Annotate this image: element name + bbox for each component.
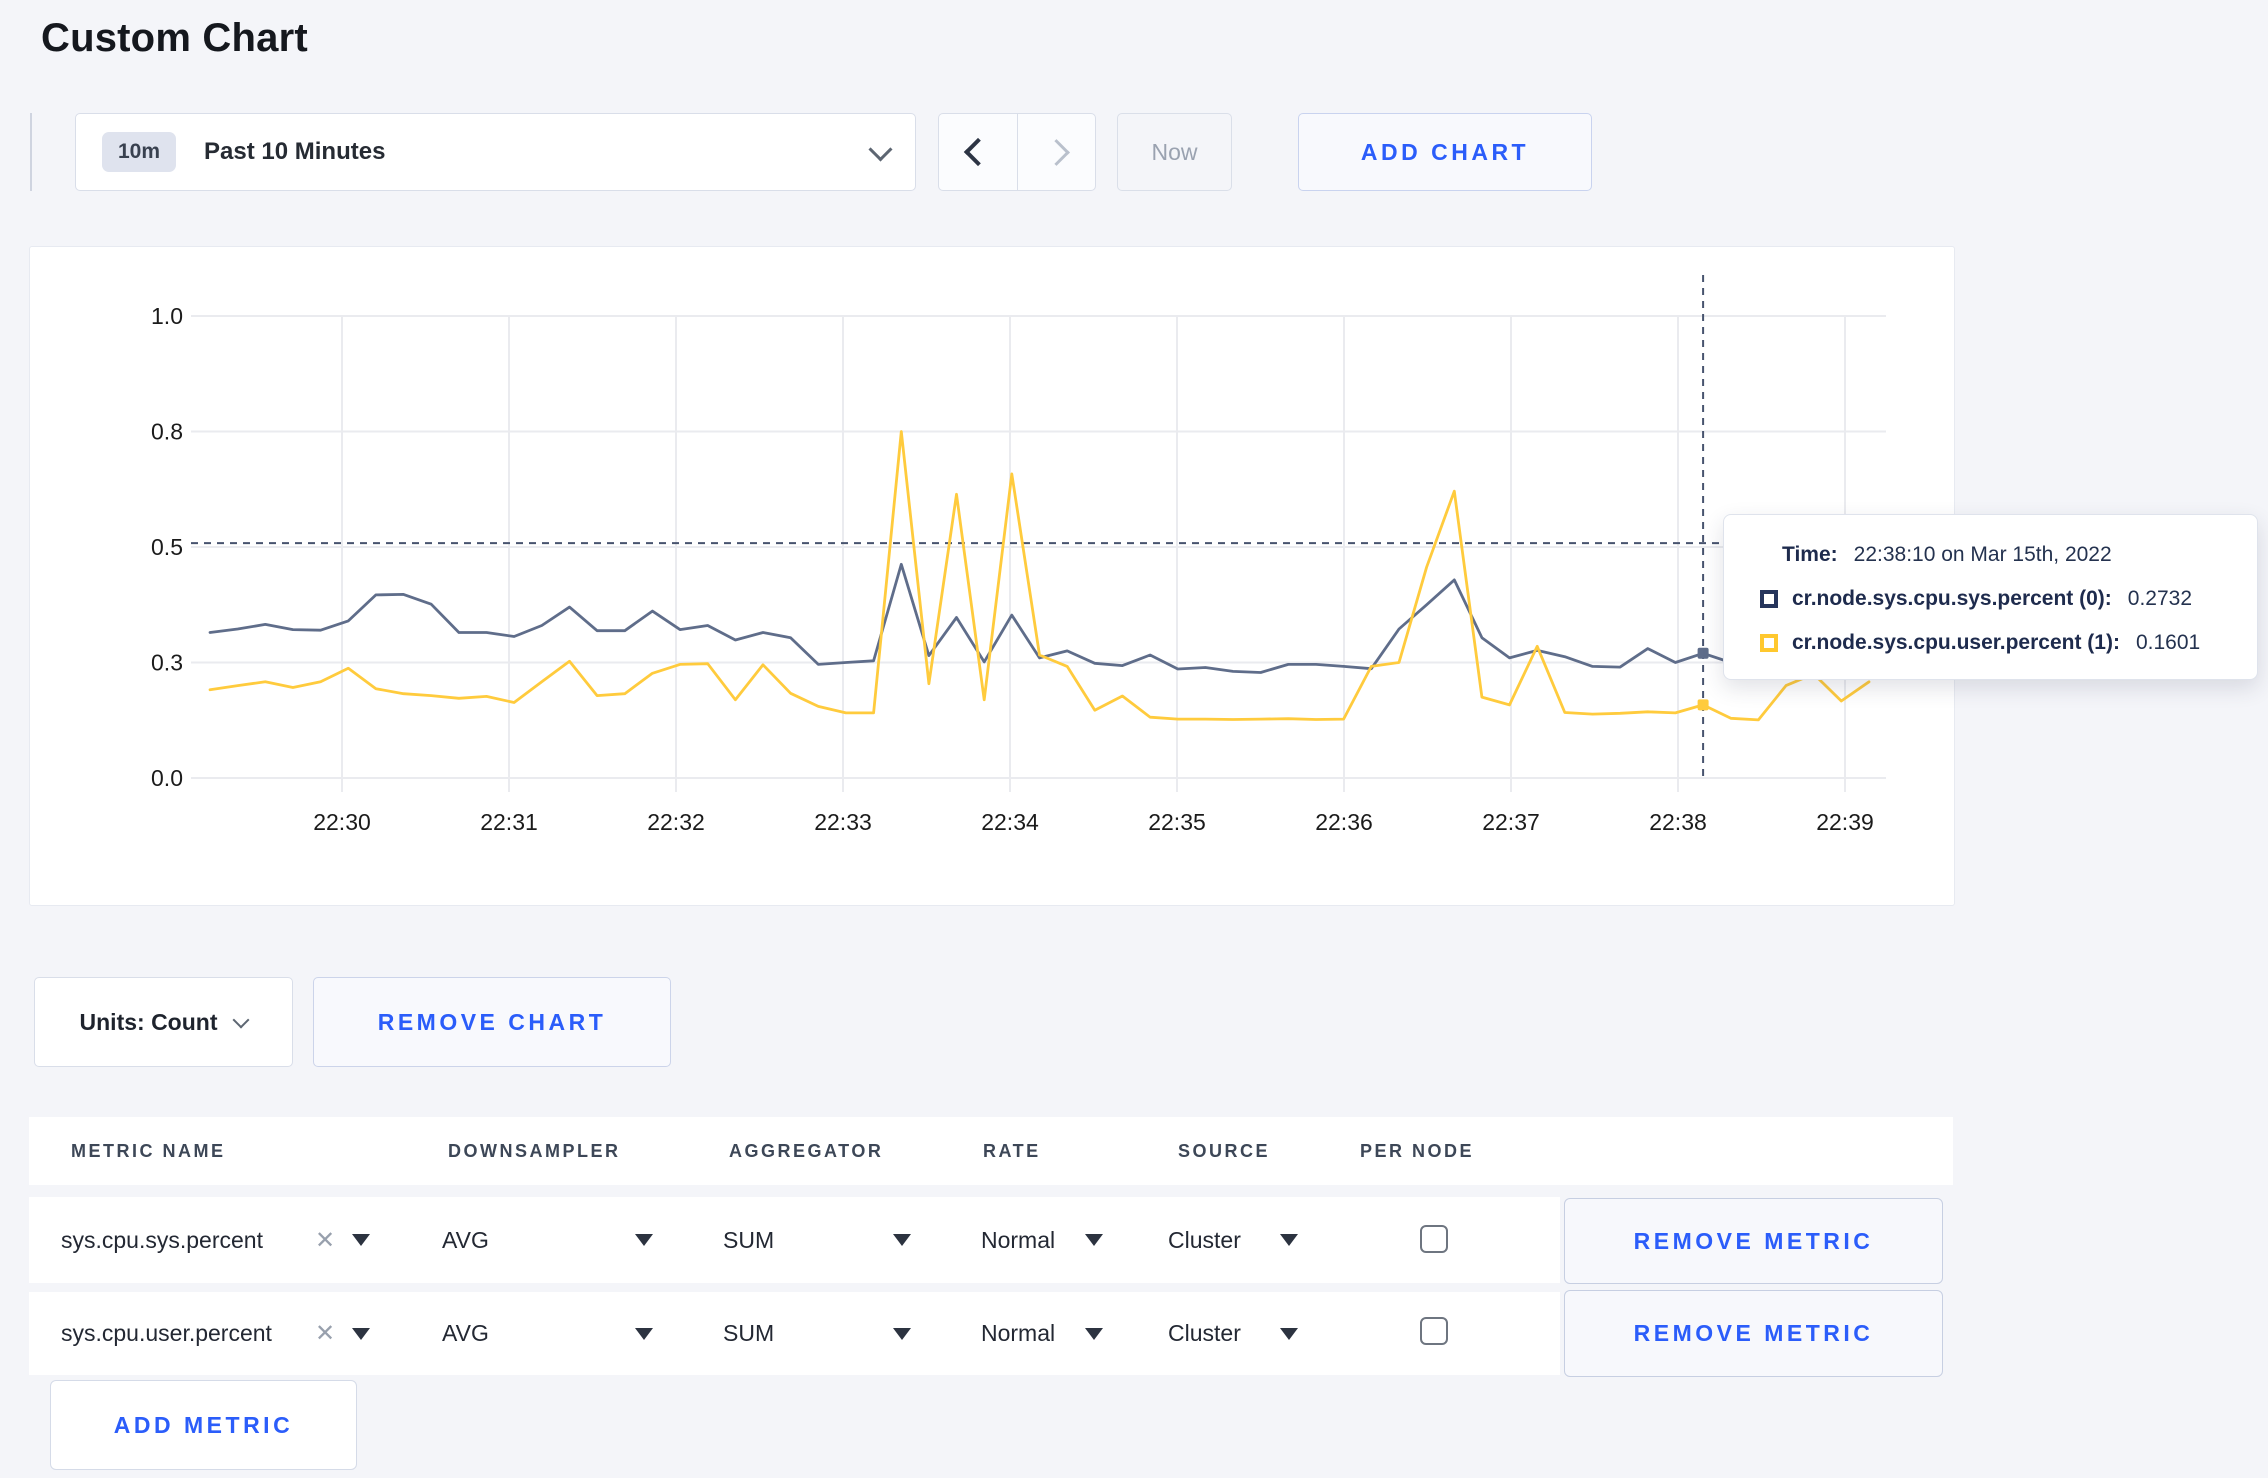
now-button[interactable]: Now [1117, 113, 1232, 191]
sys-series-swatch-icon [1760, 590, 1778, 608]
x-axis-label: 22:38 [1649, 809, 1707, 835]
rate-select[interactable]: Normal [981, 1197, 1055, 1283]
time-range-label: Past 10 Minutes [204, 138, 386, 165]
downsampler-select[interactable]: AVG [442, 1197, 489, 1283]
x-axis-label: 22:36 [1315, 809, 1373, 835]
remove-metric-button[interactable]: REMOVE METRIC [1564, 1198, 1943, 1284]
chevron-down-icon [868, 136, 893, 162]
col-header-downsampler: DOWNSAMPLER [448, 1140, 621, 1161]
time-range-badge: 10m [102, 132, 177, 172]
rate-caret[interactable] [1085, 1292, 1103, 1375]
source-caret[interactable] [1280, 1197, 1298, 1283]
caret-down-icon [1085, 1234, 1103, 1246]
x-axis-label: 22:33 [814, 809, 872, 835]
tooltip-time-label: Time: [1782, 543, 1838, 566]
per-node-checkbox[interactable] [1420, 1317, 1448, 1345]
tooltip-series-label: cr.node.sys.cpu.user.percent (1): [1792, 631, 2120, 654]
chevron-down-icon [232, 1011, 250, 1029]
metric-name-value: sys.cpu.sys.percent [61, 1226, 263, 1253]
caret-down-icon [635, 1327, 653, 1340]
col-header-source: SOURCE [1178, 1140, 1271, 1161]
page-title: Custom Chart [41, 16, 308, 60]
x-axis-label: 22:31 [480, 809, 538, 835]
source-select[interactable]: Cluster [1168, 1292, 1241, 1375]
tooltip-series-label: cr.node.sys.cpu.sys.percent (0): [1792, 587, 2112, 610]
hover-dot-0 [1697, 647, 1709, 659]
chevron-right-icon [1042, 138, 1070, 166]
caret-down-icon [1085, 1327, 1103, 1340]
y-axis-label: 0.8 [151, 419, 183, 445]
caret-down-icon [352, 1327, 370, 1340]
caret-down-icon [1280, 1234, 1298, 1246]
y-axis-label: 1.0 [151, 303, 183, 329]
downsampler-caret[interactable] [635, 1197, 653, 1283]
tooltip-series-row: cr.node.sys.cpu.sys.percent (0): 0.2732 [1724, 577, 2257, 621]
y-axis-label: 0.5 [151, 534, 183, 560]
col-header-rate: RATE [983, 1140, 1041, 1161]
tooltip-time-value: 22:38:10 on Mar 15th, 2022 [1853, 543, 2112, 566]
time-forward-button[interactable] [1016, 114, 1096, 190]
remove-chart-button[interactable]: REMOVE CHART [313, 977, 671, 1067]
metric-name-value: sys.cpu.user.percent [61, 1320, 272, 1346]
aggregator-caret[interactable] [893, 1197, 911, 1283]
x-axis-label: 22:37 [1482, 809, 1540, 835]
series-line-1 [208, 430, 1871, 722]
metric-name-dropdown-caret[interactable] [352, 1292, 370, 1375]
add-chart-button[interactable]: ADD CHART [1298, 113, 1592, 191]
per-node-checkbox[interactable] [1420, 1225, 1448, 1253]
caret-down-icon [893, 1327, 911, 1340]
rate-select[interactable]: Normal [981, 1292, 1055, 1375]
tooltip-time-row: Time: 22:38:10 on Mar 15th, 2022 [1724, 533, 2257, 577]
metric-name-dropdown-caret[interactable] [352, 1197, 370, 1283]
time-range-dropdown[interactable]: 10m Past 10 Minutes [75, 113, 916, 191]
tooltip-series-row: cr.node.sys.cpu.user.percent (1): 0.1601 [1724, 621, 2257, 665]
aggregator-caret[interactable] [893, 1292, 911, 1375]
source-caret[interactable] [1280, 1292, 1298, 1375]
units-dropdown[interactable]: Units: Count [34, 977, 293, 1067]
units-label: Units: Count [79, 1008, 218, 1035]
metric-row: sys.cpu.user.percent ✕ AVG SUM Normal Cl… [29, 1292, 1560, 1375]
add-metric-button[interactable]: ADD METRIC [50, 1380, 357, 1470]
metric-row: sys.cpu.sys.percent ✕ AVG SUM Normal Clu… [29, 1197, 1560, 1283]
col-header-aggregator: AGGREGATOR [729, 1140, 884, 1161]
time-nav-group [938, 113, 1096, 191]
metrics-table-header: METRIC NAME DOWNSAMPLER AGGREGATOR RATE … [29, 1117, 1953, 1185]
aggregator-select[interactable]: SUM [723, 1197, 774, 1283]
x-axis-label: 22:30 [313, 809, 371, 835]
hover-dot-1 [1697, 699, 1709, 711]
chart-tooltip: Time: 22:38:10 on Mar 15th, 2022 cr.node… [1723, 514, 2258, 680]
caret-down-icon [1280, 1327, 1298, 1340]
chart-svg[interactable]: 0.0 0.3 0.5 0.8 1.0 22:30 22:31 22:32 22:33 22:34… [30, 247, 1954, 905]
tooltip-series-value: 0.1601 [2135, 631, 2201, 654]
downsampler-caret[interactable] [635, 1292, 653, 1375]
toolbar-left-rule [30, 113, 32, 191]
x-axis-label: 22:32 [647, 809, 705, 835]
x-axis-label: 22:34 [981, 809, 1039, 835]
source-select[interactable]: Cluster [1168, 1197, 1241, 1283]
y-axis-label: 0.0 [151, 765, 183, 791]
custom-chart-page: { "page": { "title": "Custom Chart" }, "… [0, 0, 2268, 1478]
col-header-per-node: PER NODE [1360, 1140, 1475, 1161]
y-axis-label: 0.3 [151, 650, 183, 676]
col-header-metric-name: METRIC NAME [71, 1140, 226, 1161]
chevron-left-icon [963, 137, 992, 167]
chart-panel: 0.0 0.3 0.5 0.8 1.0 22:30 22:31 22:32 22:33 22:34… [29, 246, 1955, 906]
time-back-button[interactable] [939, 114, 1017, 190]
clear-metric-icon[interactable]: ✕ [315, 1292, 335, 1375]
rate-caret[interactable] [1085, 1197, 1103, 1283]
x-axis-label: 22:35 [1148, 809, 1206, 835]
caret-down-icon [893, 1234, 911, 1246]
downsampler-select[interactable]: AVG [442, 1292, 489, 1375]
caret-down-icon [635, 1234, 653, 1246]
clear-metric-icon[interactable]: ✕ [315, 1197, 335, 1283]
tooltip-series-value: 0.2732 [2127, 587, 2193, 610]
remove-metric-button[interactable]: REMOVE METRIC [1564, 1290, 1943, 1377]
x-axis-label: 22:39 [1816, 809, 1874, 835]
user-series-swatch-icon [1760, 634, 1778, 652]
caret-down-icon [352, 1234, 370, 1246]
aggregator-select[interactable]: SUM [723, 1292, 774, 1375]
